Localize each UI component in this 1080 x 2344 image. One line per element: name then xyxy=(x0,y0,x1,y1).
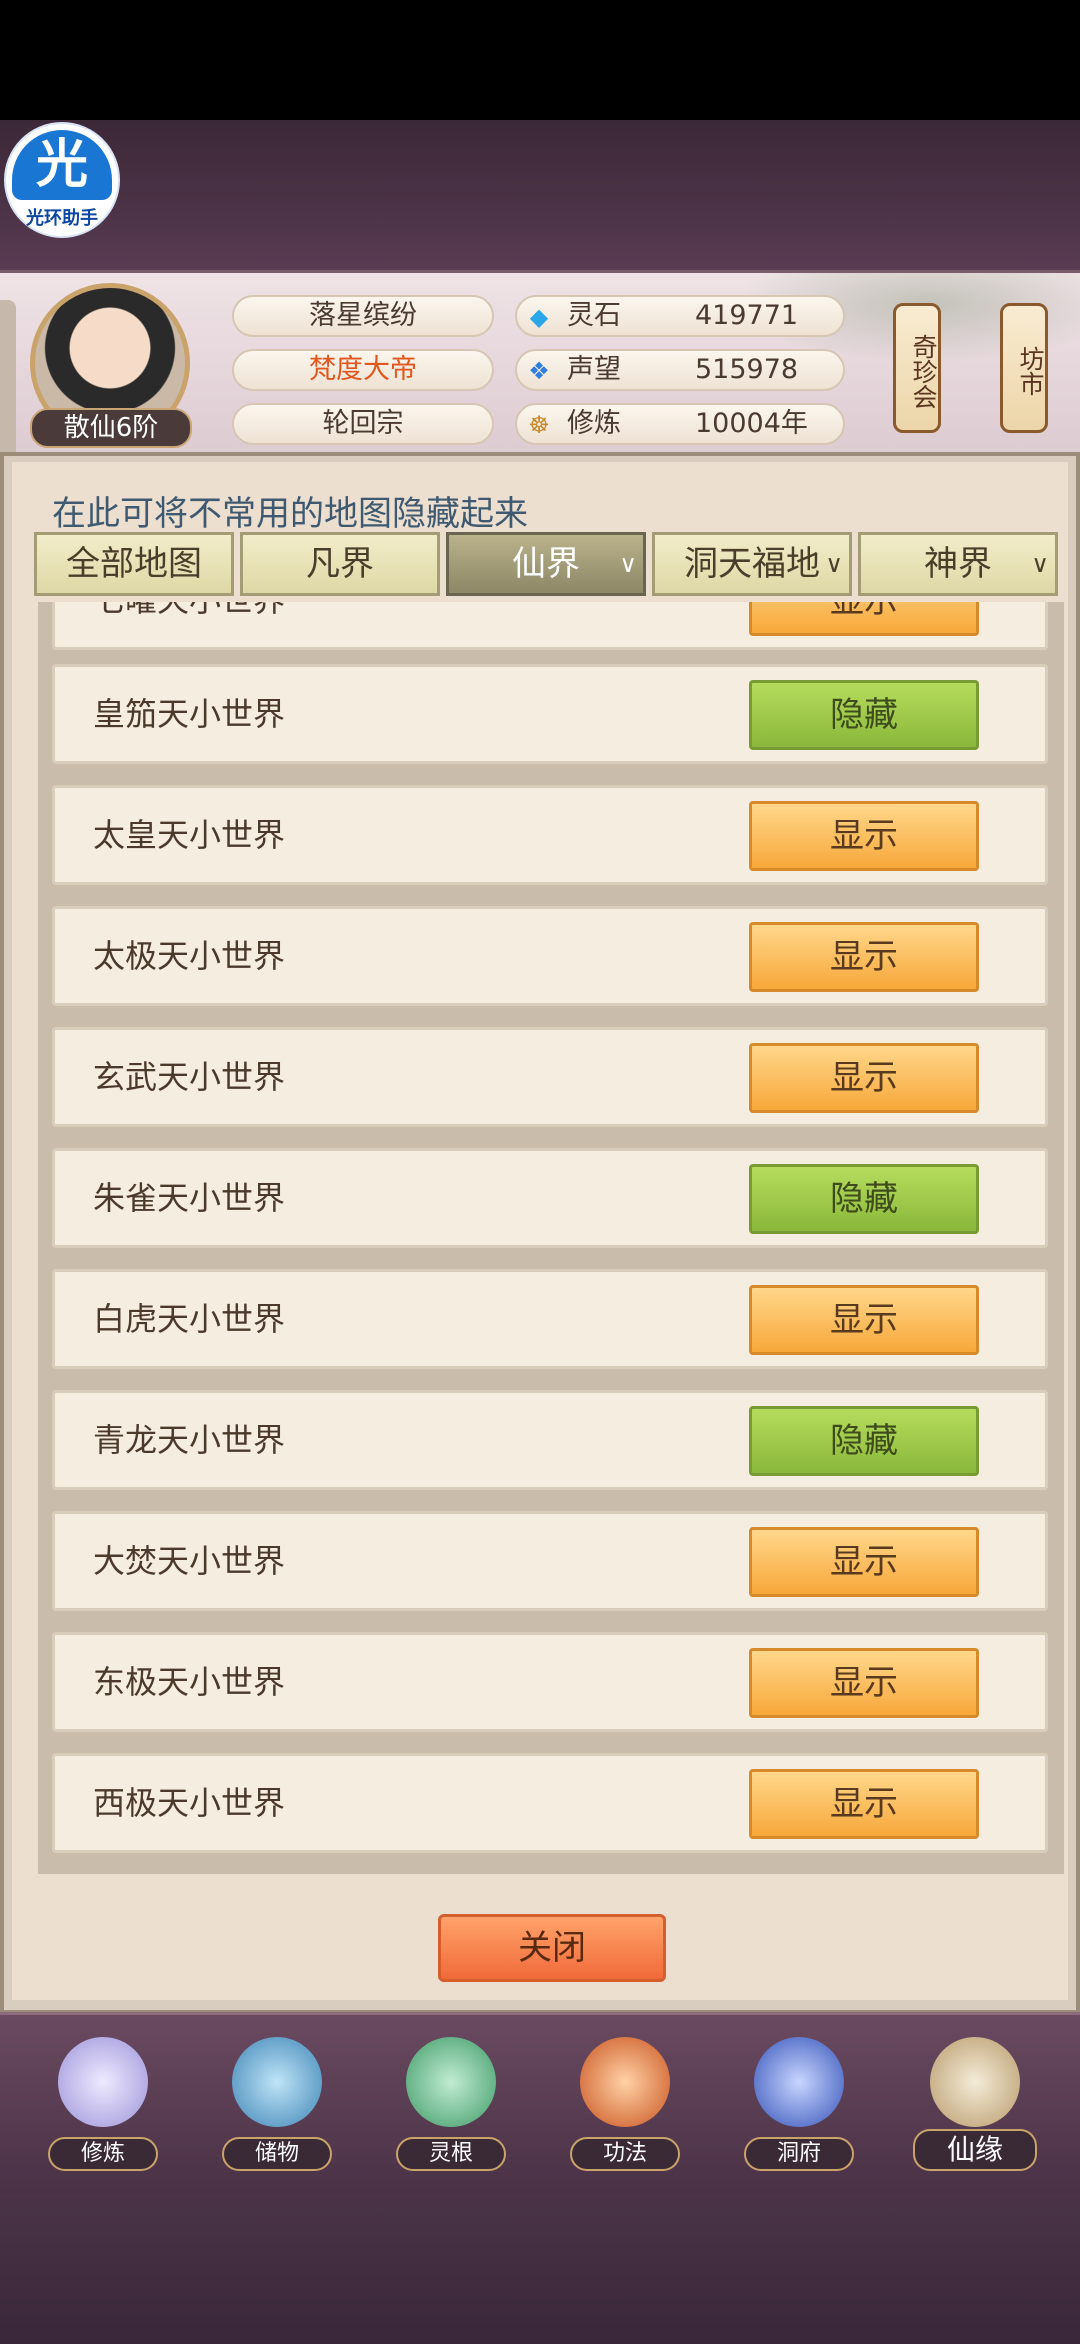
list-item: 朱雀天小世界 隐藏 xyxy=(52,1148,1048,1248)
toggle-visibility-button[interactable]: 显示 xyxy=(749,1527,979,1597)
list-item: 东极天小世界 显示 xyxy=(52,1632,1048,1732)
list-item: 七曜天小世界 显示 xyxy=(52,602,1048,650)
toggle-visibility-button[interactable]: 显示 xyxy=(749,801,979,871)
list-item: 皇笳天小世界 隐藏 xyxy=(52,664,1048,764)
spirit-root-icon xyxy=(406,2037,496,2127)
map-visibility-panel: 在此可将不常用的地图隐藏起来 全部地图 凡界 仙界 ∨ 洞天福地 ∨ 神界 ∨ xyxy=(0,452,1080,2014)
chevron-down-icon: ∨ xyxy=(1031,550,1049,578)
tab-mortal-realm[interactable]: 凡界 xyxy=(240,532,440,596)
map-list[interactable]: 七曜天小世界 显示 皇笳天小世界 隐藏 太皇天小世界 显示 太极天小世界 显示 … xyxy=(38,602,1064,1874)
nav-storage[interactable]: 储物 xyxy=(212,2037,342,2187)
player-sect: 轮回宗 xyxy=(232,403,494,445)
map-name: 东极天小世界 xyxy=(93,1663,286,1701)
toggle-visibility-button[interactable]: 隐藏 xyxy=(749,1164,979,1234)
status-bar xyxy=(0,0,1080,120)
nav-label: 储物 xyxy=(222,2137,332,2171)
list-item: 白虎天小世界 显示 xyxy=(52,1269,1048,1369)
meditation-icon: ☸ xyxy=(528,411,550,439)
scroll-icon xyxy=(930,2037,1020,2127)
toggle-visibility-button[interactable]: 显示 xyxy=(749,1769,979,1839)
map-tabs: 全部地图 凡界 仙界 ∨ 洞天福地 ∨ 神界 ∨ xyxy=(34,532,1070,596)
market-button[interactable]: 坊市 xyxy=(1000,303,1048,433)
tab-label: 凡界 xyxy=(306,544,374,584)
tab-divine-realm[interactable]: 神界 ∨ xyxy=(858,532,1058,596)
badge-label: 光环助手 xyxy=(26,208,98,229)
nav-label: 功法 xyxy=(570,2137,680,2171)
map-name: 朱雀天小世界 xyxy=(93,1179,286,1217)
resource-value: 515978 xyxy=(695,354,799,385)
resource-value: 419771 xyxy=(695,300,799,331)
player-name: 落星缤纷 xyxy=(232,295,494,337)
player-title: 梵度大帝 xyxy=(232,349,494,391)
nav-technique[interactable]: 功法 xyxy=(560,2037,690,2187)
cave-ring-icon xyxy=(754,2037,844,2127)
toggle-visibility-button[interactable]: 显示 xyxy=(749,922,979,992)
tab-cave-paradise[interactable]: 洞天福地 ∨ xyxy=(652,532,852,596)
list-item: 太皇天小世界 显示 xyxy=(52,785,1048,885)
map-name: 青龙天小世界 xyxy=(93,1421,286,1459)
resource-reputation: ❖ 声望 515978 xyxy=(515,349,845,391)
scene-background xyxy=(0,120,1080,270)
resource-cultivation: ☸ 修炼 10004年 xyxy=(515,403,845,445)
tab-all-maps[interactable]: 全部地图 xyxy=(34,532,234,596)
badge-glyph: 光 xyxy=(12,130,112,200)
bag-icon xyxy=(232,2037,322,2127)
map-name: 大焚天小世界 xyxy=(93,1542,286,1580)
resource-label: 声望 xyxy=(567,354,621,385)
tab-label: 仙界 xyxy=(512,544,580,584)
map-name: 西极天小世界 xyxy=(93,1784,286,1822)
nav-label: 修炼 xyxy=(48,2137,158,2171)
tab-label: 全部地图 xyxy=(66,544,202,584)
nav-label: 洞府 xyxy=(744,2137,854,2171)
treasure-auction-button[interactable]: 奇珍会 xyxy=(893,303,941,433)
close-button[interactable]: 关闭 xyxy=(438,1914,666,1982)
resource-label: 修炼 xyxy=(567,408,621,439)
list-item: 西极天小世界 显示 xyxy=(52,1753,1048,1853)
toggle-visibility-button[interactable]: 隐藏 xyxy=(749,680,979,750)
list-item: 青龙天小世界 隐藏 xyxy=(52,1390,1048,1490)
resource-spirit-stone: ◆ 灵石 419771 xyxy=(515,295,845,337)
nav-cave[interactable]: 洞府 xyxy=(734,2037,864,2187)
tab-label: 洞天福地 xyxy=(684,544,820,584)
chevron-down-icon: ∨ xyxy=(825,550,843,578)
crystal-icon: ❖ xyxy=(528,357,550,385)
panel-body: 在此可将不常用的地图隐藏起来 全部地图 凡界 仙界 ∨ 洞天福地 ∨ 神界 ∨ xyxy=(12,462,1068,2000)
map-name: 太极天小世界 xyxy=(93,937,286,975)
resource-value: 10004年 xyxy=(695,408,808,439)
overlay-assistant-badge[interactable]: 光 光环助手 xyxy=(4,122,120,238)
list-item: 大焚天小世界 显示 xyxy=(52,1511,1048,1611)
lotus-icon xyxy=(58,2037,148,2127)
toggle-visibility-button[interactable]: 显示 xyxy=(749,602,979,636)
technique-icon xyxy=(580,2037,670,2127)
resource-label: 灵石 xyxy=(567,300,621,331)
map-name: 白虎天小世界 xyxy=(93,1300,286,1338)
map-name: 七曜天小世界 xyxy=(93,602,285,647)
tab-label: 神界 xyxy=(924,544,992,584)
bottom-background xyxy=(0,2194,1080,2344)
map-name: 皇笳天小世界 xyxy=(93,695,286,733)
nav-fate[interactable]: 仙缘 xyxy=(910,2037,1040,2187)
toggle-visibility-button[interactable]: 隐藏 xyxy=(749,1406,979,1476)
list-item: 玄武天小世界 显示 xyxy=(52,1027,1048,1127)
toggle-visibility-button[interactable]: 显示 xyxy=(749,1285,979,1355)
toggle-visibility-button[interactable]: 显示 xyxy=(749,1043,979,1113)
toggle-visibility-button[interactable]: 显示 xyxy=(749,1648,979,1718)
gem-icon: ◆ xyxy=(529,303,549,331)
nav-spirit-root[interactable]: 灵根 xyxy=(386,2037,516,2187)
tab-immortal-realm[interactable]: 仙界 ∨ xyxy=(446,532,646,596)
player-header: 散仙6阶 落星缤纷 梵度大帝 轮回宗 ◆ 灵石 419771 ❖ 声望 5159… xyxy=(0,270,1080,460)
map-name: 太皇天小世界 xyxy=(93,816,286,854)
chevron-down-icon: ∨ xyxy=(619,550,637,578)
realm-label: 散仙6阶 xyxy=(30,408,192,448)
nav-cultivate[interactable]: 修炼 xyxy=(38,2037,168,2187)
nav-label: 仙缘 xyxy=(913,2129,1037,2171)
bottom-nav: 修炼 储物 灵根 功法 洞府 仙缘 xyxy=(0,2012,1080,2194)
nav-label: 灵根 xyxy=(396,2137,506,2171)
panel-info-text: 在此可将不常用的地图隐藏起来 xyxy=(52,494,528,534)
list-item: 太极天小世界 显示 xyxy=(52,906,1048,1006)
map-name: 玄武天小世界 xyxy=(93,1058,286,1096)
